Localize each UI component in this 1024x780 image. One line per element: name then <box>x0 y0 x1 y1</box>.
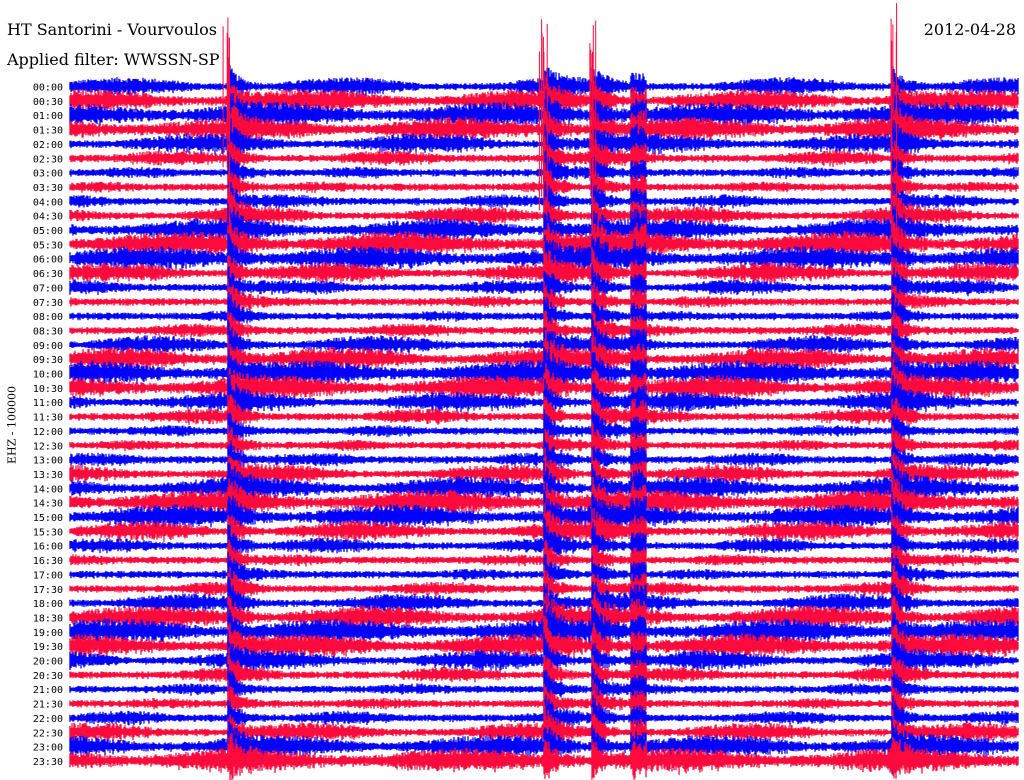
time-label-2200: 22:00 <box>33 714 63 725</box>
time-label-1030: 10:30 <box>33 384 63 395</box>
time-label-1100: 11:00 <box>33 398 63 409</box>
time-label-1730: 17:30 <box>33 585 63 596</box>
time-label-0500: 05:00 <box>33 226 63 237</box>
time-label-0100: 01:00 <box>33 111 63 122</box>
time-label-0600: 06:00 <box>33 255 63 266</box>
time-label-1000: 10:00 <box>33 370 63 381</box>
time-label-2300: 23:00 <box>33 743 63 754</box>
time-label-0230: 02:30 <box>33 154 63 165</box>
time-label-0130: 01:30 <box>33 126 63 137</box>
time-label-0000: 00:00 <box>33 83 63 94</box>
time-label-0400: 04:00 <box>33 197 63 208</box>
time-label-1700: 17:00 <box>33 570 63 581</box>
channel-label: EHZ - 100000 <box>5 386 19 464</box>
trace-rows <box>69 3 1019 780</box>
time-label-1830: 18:30 <box>33 613 63 624</box>
time-label-1630: 16:30 <box>33 556 63 567</box>
time-label-1900: 19:00 <box>33 628 63 639</box>
time-label-1300: 13:00 <box>33 456 63 467</box>
time-label-1400: 14:00 <box>33 484 63 495</box>
time-label-1130: 11:30 <box>33 413 63 424</box>
date-label: 2012-04-28 <box>923 20 1016 39</box>
time-label-1430: 14:30 <box>33 499 63 510</box>
time-label-2230: 22:30 <box>33 728 63 739</box>
helicorder-plot: 00:00 00:30 01:00 01:30 02:00 02:30 03:00 03:30… <box>33 3 1019 780</box>
time-label-0830: 08:30 <box>33 326 63 337</box>
time-label-0800: 08:00 <box>33 312 63 323</box>
time-label-0530: 05:30 <box>33 240 63 251</box>
station-title: HT Santorini - Vourvoulos <box>7 20 217 39</box>
time-label-0200: 02:00 <box>33 140 63 151</box>
time-label-0900: 09:00 <box>33 341 63 352</box>
time-label-2130: 21:30 <box>33 700 63 711</box>
time-label-2100: 21:00 <box>33 685 63 696</box>
filter-label: Applied filter: WWSSN-SP <box>7 50 220 69</box>
time-label-1930: 19:30 <box>33 642 63 653</box>
time-label-0430: 04:30 <box>33 212 63 223</box>
time-label-0330: 03:30 <box>33 183 63 194</box>
time-label-2000: 20:00 <box>33 657 63 668</box>
time-tick-labels: 00:00 00:30 01:00 01:30 02:00 02:30 03:00 03:30… <box>33 83 63 768</box>
time-label-0730: 07:30 <box>33 298 63 309</box>
time-label-1230: 12:30 <box>33 441 63 452</box>
time-label-0030: 00:30 <box>33 97 63 108</box>
time-label-0700: 07:00 <box>33 283 63 294</box>
time-label-2330: 23:30 <box>33 757 63 768</box>
time-label-0300: 03:00 <box>33 169 63 180</box>
time-label-1330: 13:30 <box>33 470 63 481</box>
time-label-0630: 06:30 <box>33 269 63 280</box>
time-label-1800: 18:00 <box>33 599 63 610</box>
time-label-1600: 16:00 <box>33 542 63 553</box>
time-label-0930: 09:30 <box>33 355 63 366</box>
time-label-1530: 15:30 <box>33 527 63 538</box>
time-label-2030: 20:30 <box>33 671 63 682</box>
time-label-1500: 15:00 <box>33 513 63 524</box>
time-label-1200: 12:00 <box>33 427 63 438</box>
